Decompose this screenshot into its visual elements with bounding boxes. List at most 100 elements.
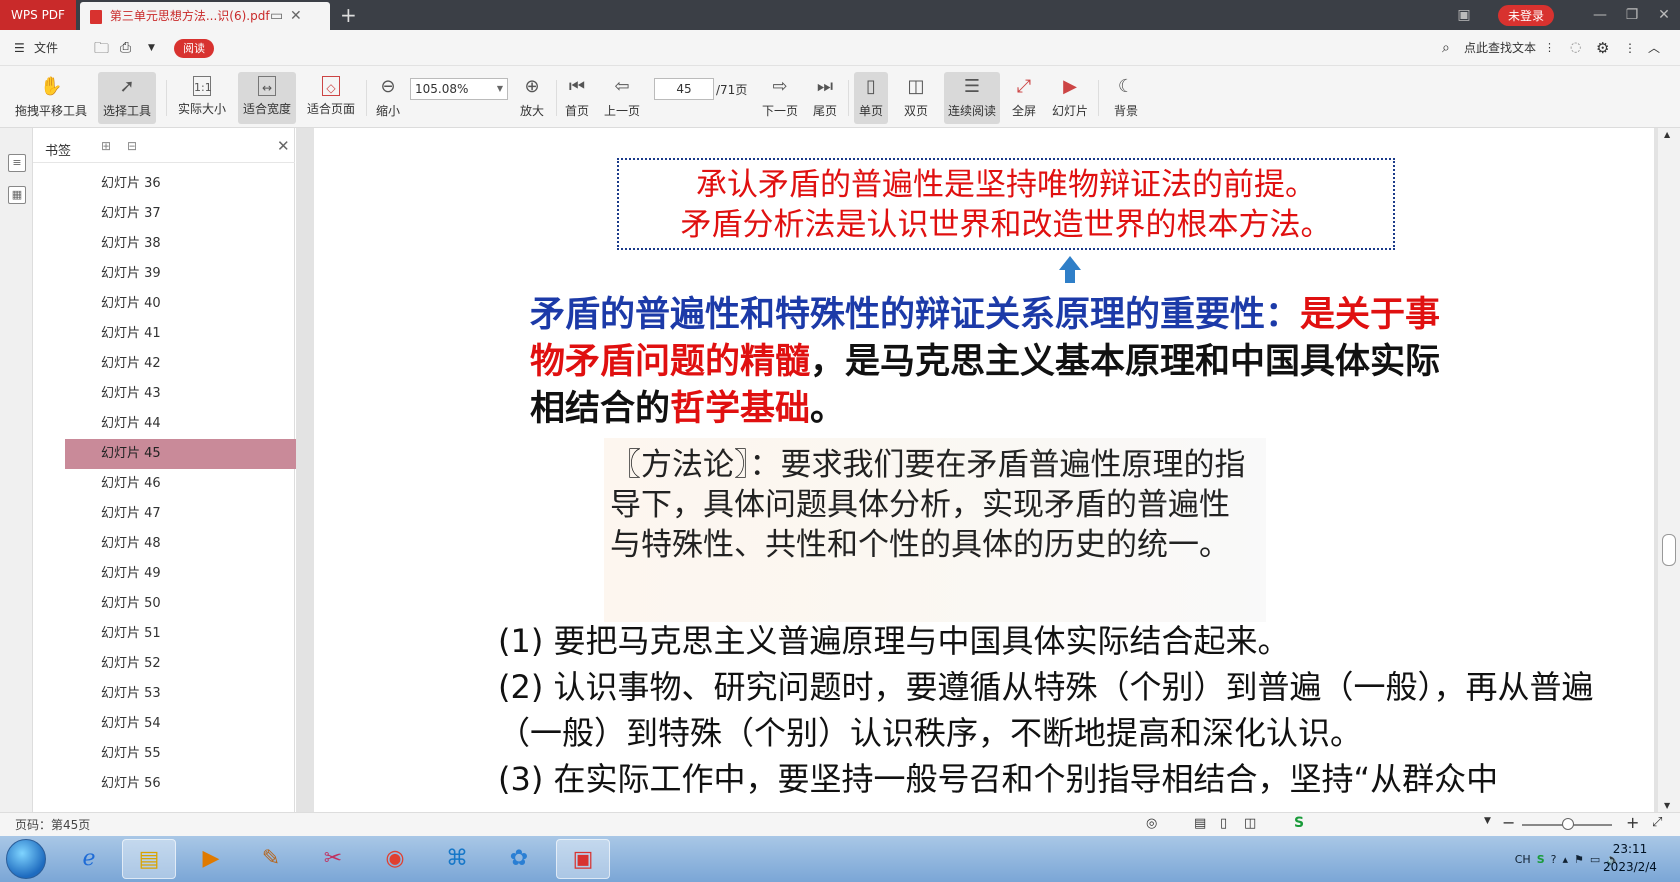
fullscreen-button[interactable]: ⤢ 全屏	[1006, 72, 1042, 124]
media-player-icon[interactable]: ▶	[184, 839, 238, 879]
document-scrollbar-thumb[interactable]	[1662, 534, 1676, 566]
paint-icon[interactable]: ✎	[244, 839, 298, 879]
bookmark-item[interactable]: 幻灯片 50	[65, 589, 313, 619]
file-menu[interactable]: 文件	[34, 30, 58, 66]
single-view-icon[interactable]: ▯	[1220, 816, 1227, 831]
chevron-down-icon[interactable]: ▼	[148, 30, 155, 66]
prev-page-button[interactable]: ⇦ 上一页	[602, 72, 642, 124]
bookmark-item[interactable]: 幻灯片 40	[65, 289, 313, 319]
bookmark-item[interactable]: 幻灯片 38	[65, 229, 313, 259]
scroll-down-icon[interactable]: ▼	[1664, 801, 1670, 810]
chevron-down-icon[interactable]: ▼	[1484, 816, 1491, 826]
zoom-in-button[interactable]: ⊕ 放大	[514, 72, 550, 124]
more-options-icon[interactable]: ⋮	[1624, 30, 1636, 66]
bookmark-item[interactable]: 幻灯片 36	[65, 169, 313, 199]
bookmark-item[interactable]: 幻灯片 45	[65, 439, 313, 469]
single-page-button[interactable]: ▯ 单页	[854, 72, 888, 124]
slideshow-button[interactable]: ▶ 幻灯片	[1048, 72, 1092, 124]
bookmark-item[interactable]: 幻灯片 54	[65, 709, 313, 739]
bookmark-item[interactable]: 幻灯片 52	[65, 649, 313, 679]
ime-indicator[interactable]: CH	[1515, 853, 1531, 866]
sogou-ime-icon[interactable]: S	[1294, 815, 1304, 831]
bookmark-item[interactable]: 幻灯片 42	[65, 349, 313, 379]
sogou-tray-icon[interactable]: S	[1537, 853, 1545, 866]
zoom-out-button[interactable]: ⊖ 缩小	[370, 72, 406, 124]
tab-float-icon[interactable]: ▭	[270, 2, 283, 30]
flag-icon[interactable]: ⚑	[1574, 853, 1584, 866]
continuous-view-icon[interactable]: ▤	[1194, 816, 1206, 831]
zoom-plus-icon[interactable]: +	[1626, 813, 1639, 832]
bookmark-item[interactable]: 幻灯片 39	[65, 259, 313, 289]
bookmark-item[interactable]: 幻灯片 47	[65, 499, 313, 529]
start-button[interactable]	[6, 839, 46, 879]
actual-size-button[interactable]: 1:1 实际大小	[174, 72, 230, 124]
close-window-button[interactable]: ✕	[1648, 7, 1680, 23]
single-page-icon: ▯	[866, 76, 876, 97]
fit-page-button[interactable]: ◇ 适合页面	[302, 72, 360, 124]
bookmark-item[interactable]: 幻灯片 49	[65, 559, 313, 589]
open-folder-icon[interactable]: 🗀	[94, 30, 109, 66]
zoom-out-icon: ⊖	[380, 76, 396, 97]
zoom-select[interactable]: 105.08% ▼	[410, 78, 508, 100]
bookmark-item[interactable]: 幻灯片 48	[65, 529, 313, 559]
fit-width-button[interactable]: ↔ 适合宽度	[238, 72, 296, 124]
bookmark-item[interactable]: 幻灯片 55	[65, 739, 313, 769]
collapse-all-icon[interactable]: ⊟	[127, 139, 137, 153]
bookmark-item[interactable]: 幻灯片 43	[65, 379, 313, 409]
zoom-minus-icon[interactable]: −	[1502, 813, 1515, 832]
app-name[interactable]: WPS PDF	[0, 0, 76, 30]
clock[interactable]: 23:11 2023/2/4	[1590, 840, 1670, 876]
hand-tool-button[interactable]: ✋ 拖拽平移工具	[12, 72, 90, 124]
first-page-button[interactable]: ⏮ 首页	[560, 72, 594, 124]
minimize-button[interactable]: —	[1584, 7, 1616, 23]
chat-icon[interactable]: ◌	[1570, 30, 1581, 66]
continuous-read-button[interactable]: ☰ 连续阅读	[944, 72, 1000, 124]
help-icon[interactable]: ?	[1551, 853, 1557, 866]
restore-button[interactable]: ❐	[1616, 7, 1648, 23]
bookmark-item[interactable]: 幻灯片 41	[65, 319, 313, 349]
select-tool-button[interactable]: ➚ 选择工具	[98, 72, 156, 124]
document-tab[interactable]: 第三单元思想方法...识(6).pdf ▭ ✕	[80, 2, 330, 30]
thumbnail-panel-icon[interactable]: ▦	[8, 186, 26, 204]
bookmark-item[interactable]: 幻灯片 56	[65, 769, 313, 799]
menu-icon[interactable]: ☰	[14, 30, 25, 66]
next-page-button[interactable]: ⇨ 下一页	[760, 72, 800, 124]
document-scrollbar[interactable]: ▲ ▼	[1658, 128, 1680, 812]
bookmark-item[interactable]: 幻灯片 46	[65, 469, 313, 499]
print-icon[interactable]: ⎙	[120, 30, 131, 66]
expand-all-icon[interactable]: ⊞	[101, 139, 111, 153]
bookmark-item[interactable]: 幻灯片 37	[65, 199, 313, 229]
gear-icon[interactable]: ⚙	[1596, 30, 1609, 66]
zoom-slider-knob[interactable]	[1562, 818, 1574, 830]
double-page-button[interactable]: ◫ 双页	[896, 72, 936, 124]
bookmark-item[interactable]: 幻灯片 53	[65, 679, 313, 709]
eye-care-icon[interactable]: ◎	[1146, 816, 1157, 831]
double-view-icon[interactable]: ◫	[1244, 816, 1256, 831]
window-layout-icon[interactable]: ▣	[1448, 7, 1480, 23]
scroll-up-icon[interactable]: ▲	[1664, 130, 1670, 139]
explorer-icon[interactable]: ▤	[122, 839, 176, 879]
bookmark-panel-icon[interactable]: ≡	[8, 154, 26, 172]
bookmark-item[interactable]: 幻灯片 51	[65, 619, 313, 649]
fullscreen-icon[interactable]: ⤢	[1652, 815, 1662, 830]
page-number-input[interactable]: 45	[654, 78, 714, 100]
cloud-app-icon[interactable]: ✿	[492, 839, 546, 879]
more-icon[interactable]: ⋮	[1544, 30, 1555, 66]
last-page-button[interactable]: ⏭ 尾页	[808, 72, 842, 124]
vscode-icon[interactable]: ⌘	[430, 839, 484, 879]
wps-pdf-icon[interactable]: ▣	[556, 839, 610, 879]
background-button[interactable]: ☾ 背景	[1104, 72, 1148, 124]
new-tab-button[interactable]: +	[340, 2, 357, 28]
login-button[interactable]: 未登录	[1497, 4, 1554, 26]
search-icon[interactable]: ⌕	[1442, 30, 1450, 66]
find-text-field[interactable]: 点此查找文本	[1464, 30, 1536, 66]
tray-arrow-icon[interactable]: ▴	[1562, 853, 1568, 866]
ie-icon[interactable]: ℯ	[62, 839, 116, 879]
close-panel-icon[interactable]: ✕	[277, 137, 290, 155]
collapse-icon[interactable]: ︿	[1648, 30, 1660, 66]
bookmark-item[interactable]: 幻灯片 44	[65, 409, 313, 439]
snipping-icon[interactable]: ✂	[306, 839, 360, 879]
read-mode-badge[interactable]: 阅读	[174, 39, 214, 58]
chrome-icon[interactable]: ◉	[368, 839, 422, 879]
close-tab-icon[interactable]: ✕	[290, 2, 302, 30]
